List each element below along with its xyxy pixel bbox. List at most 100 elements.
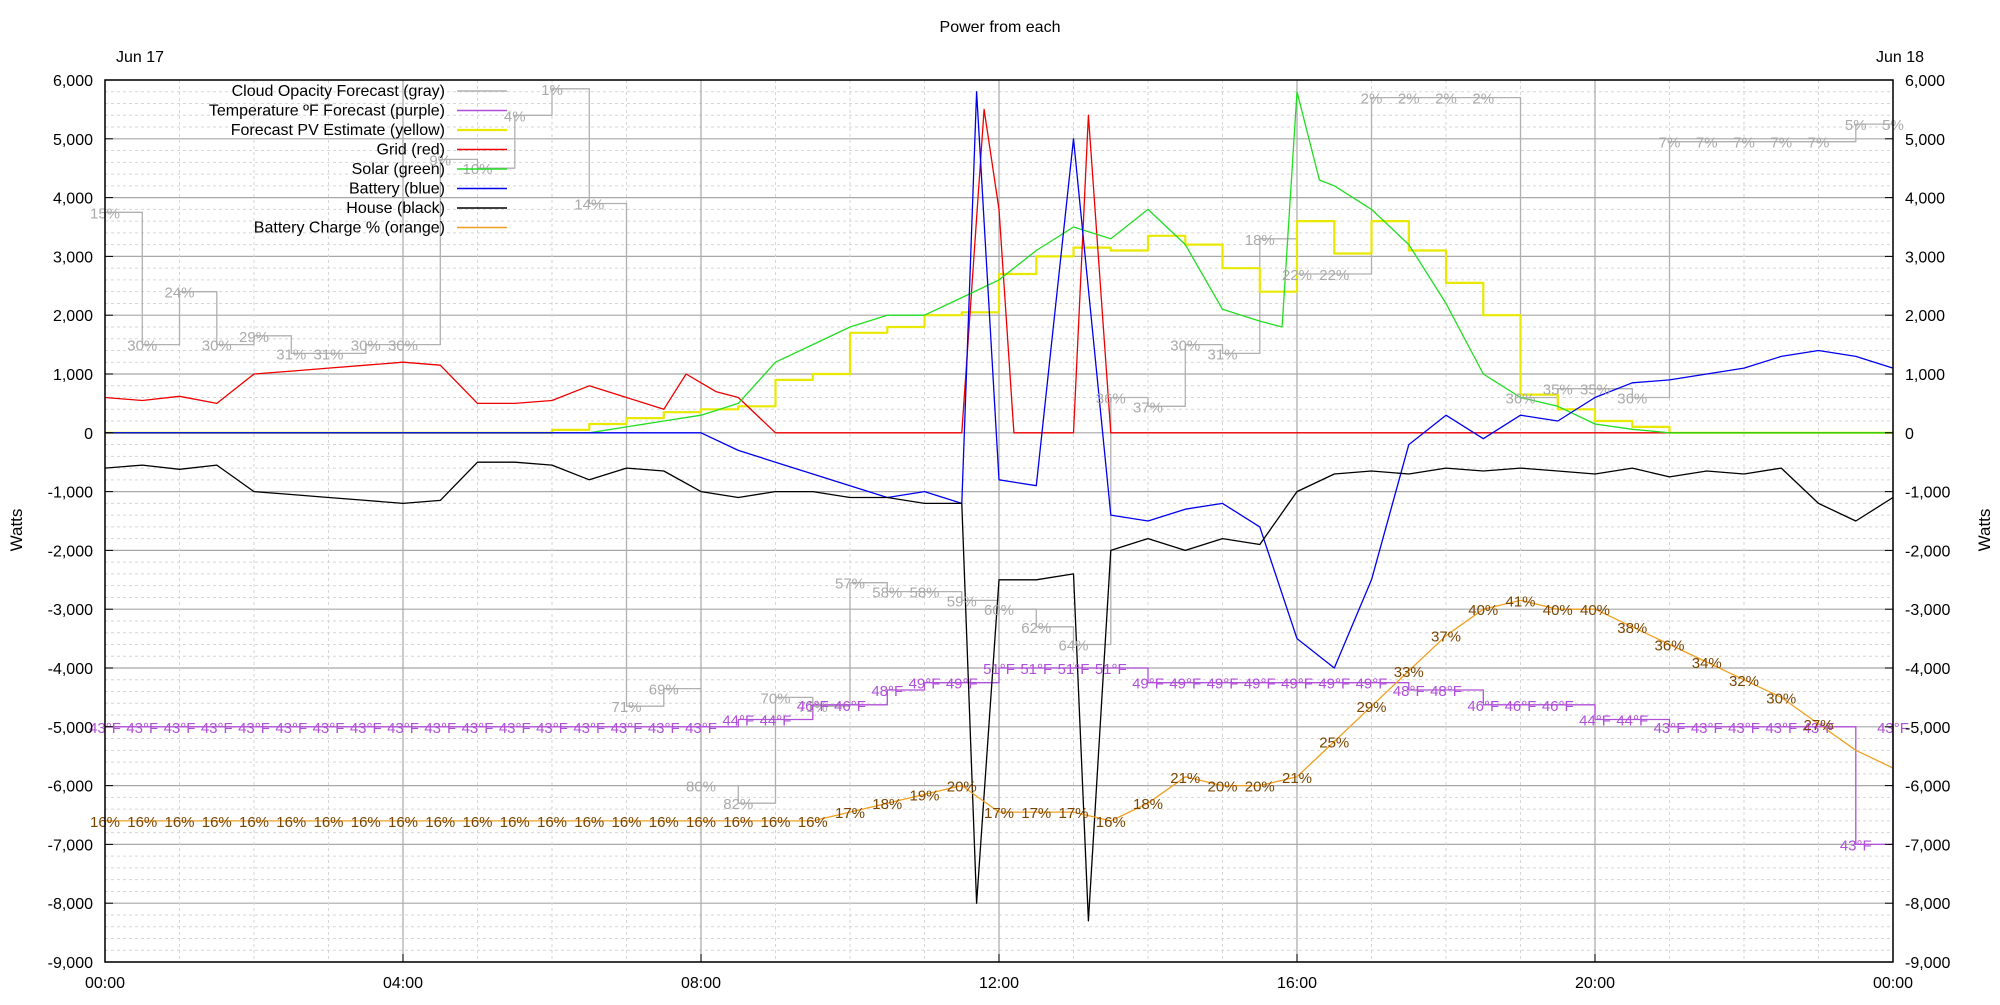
data-label-1: 43°F [238, 720, 270, 737]
data-label-0: 2% [1472, 91, 1494, 108]
data-label-7: 25% [1319, 735, 1349, 752]
data-label-7: 16% [239, 814, 269, 831]
y-tick-label-left: 3,000 [53, 249, 93, 266]
chart-title: Power from each [940, 19, 1061, 36]
y-tick-label-left: -1,000 [48, 485, 93, 502]
data-label-7: 18% [1133, 796, 1163, 813]
data-label-1: 48°F [871, 683, 903, 700]
data-label-0: 36% [1096, 391, 1126, 408]
data-label-1: 43°F [201, 720, 233, 737]
data-label-7: 16% [760, 814, 790, 831]
legend-label: Cloud Opacity Forecast (gray) [232, 83, 445, 100]
data-label-0: 64% [1058, 637, 1088, 654]
data-label-7: 18% [872, 796, 902, 813]
data-label-0: 30% [388, 338, 418, 355]
data-label-7: 16% [537, 814, 567, 831]
data-label-0: 62% [1021, 620, 1051, 637]
data-label-7: 41% [1505, 593, 1535, 610]
data-label-0: 22% [1319, 267, 1349, 284]
data-label-1: 46°F [1467, 698, 1499, 715]
legend-label: Temperature ºF Forecast (purple) [209, 103, 445, 120]
y-tick-label-left: 5,000 [53, 132, 93, 149]
data-label-7: 20% [1207, 779, 1237, 796]
data-label-1: 43°F [1691, 720, 1723, 737]
y-tick-label-right: 5,000 [1905, 132, 1945, 149]
y-tick-label-right: -2,000 [1905, 543, 1950, 560]
data-label-7: 16% [649, 814, 679, 831]
data-label-1: 43°F [1654, 720, 1686, 737]
data-label-1: 43°F [499, 720, 531, 737]
data-label-0: 35% [1580, 382, 1610, 399]
data-label-0: 7% [1808, 135, 1830, 152]
data-label-1: 51°F [1058, 661, 1090, 678]
y-tick-label-right: -9,000 [1905, 955, 1950, 972]
data-label-0: 7% [1696, 135, 1718, 152]
data-label-7: 16% [127, 814, 157, 831]
data-label-0: 36% [1505, 391, 1535, 408]
data-label-0: 4% [504, 108, 526, 125]
data-label-0: 60% [984, 602, 1014, 619]
data-label-1: 49°F [1318, 676, 1350, 693]
y-tick-label-right: -3,000 [1905, 602, 1950, 619]
data-label-7: 16% [686, 814, 716, 831]
data-label-1: 51°F [1020, 661, 1052, 678]
data-label-0: 31% [313, 346, 343, 363]
data-label-1: 46°F [797, 698, 829, 715]
data-label-0: 30% [1170, 338, 1200, 355]
data-label-1: 43°F [611, 720, 643, 737]
y-tick-label-right: 0 [1905, 426, 1914, 443]
data-label-7: 19% [909, 787, 939, 804]
data-label-0: 2% [1361, 91, 1383, 108]
data-label-7: 16% [1096, 814, 1126, 831]
data-label-1: 44°F [1616, 712, 1648, 729]
date-end-label: Jun 18 [1876, 49, 1924, 66]
data-label-7: 21% [1170, 770, 1200, 787]
y-tick-label-right: -8,000 [1905, 896, 1950, 913]
y-tick-label-left: -5,000 [48, 720, 93, 737]
y-tick-label-right: -6,000 [1905, 779, 1950, 796]
x-tick-label: 00:00 [1873, 975, 1913, 992]
data-label-0: 29% [239, 329, 269, 346]
data-label-1: 51°F [983, 661, 1015, 678]
data-label-0: 18% [1245, 232, 1275, 249]
data-label-7: 37% [1431, 629, 1461, 646]
data-label-0: 7% [1770, 135, 1792, 152]
data-label-1: 43°F [275, 720, 307, 737]
data-label-1: 49°F [1207, 676, 1239, 693]
data-label-1: 43°F [462, 720, 494, 737]
y-tick-label-right: 4,000 [1905, 191, 1945, 208]
y-axis-label-right: Watts [1975, 509, 1994, 552]
data-label-0: 80% [686, 779, 716, 796]
y-tick-label-right: 1,000 [1905, 367, 1945, 384]
data-label-7: 27% [1803, 717, 1833, 734]
data-label-0: 70% [760, 690, 790, 707]
y-tick-label-right: -4,000 [1905, 661, 1950, 678]
data-label-0: 1% [541, 82, 563, 99]
data-label-1: 43°F [1840, 837, 1872, 854]
data-label-7: 16% [164, 814, 194, 831]
x-tick-label: 16:00 [1277, 975, 1317, 992]
x-tick-label: 08:00 [681, 975, 721, 992]
data-label-1: 43°F [350, 720, 382, 737]
data-label-7: 16% [723, 814, 753, 831]
legend-label: Grid (red) [377, 142, 445, 159]
data-label-1: 43°F [1728, 720, 1760, 737]
data-label-0: 5% [1845, 117, 1867, 134]
data-label-0: 24% [164, 285, 194, 302]
data-label-7: 20% [947, 779, 977, 796]
data-label-1: 44°F [1579, 712, 1611, 729]
data-label-1: 49°F [946, 676, 978, 693]
data-label-1: 49°F [1132, 676, 1164, 693]
data-label-1: 43°F [648, 720, 680, 737]
y-tick-label-left: -8,000 [48, 896, 93, 913]
data-label-7: 16% [313, 814, 343, 831]
data-label-7: 34% [1692, 655, 1722, 672]
y-tick-label-right: -5,000 [1905, 720, 1950, 737]
y-tick-label-left: -3,000 [48, 602, 93, 619]
data-label-1: 43°F [424, 720, 456, 737]
y-tick-label-left: -2,000 [48, 543, 93, 560]
y-tick-label-left: -4,000 [48, 661, 93, 678]
data-label-7: 40% [1468, 602, 1498, 619]
data-label-1: 43°F [685, 720, 717, 737]
data-label-0: 82% [723, 796, 753, 813]
